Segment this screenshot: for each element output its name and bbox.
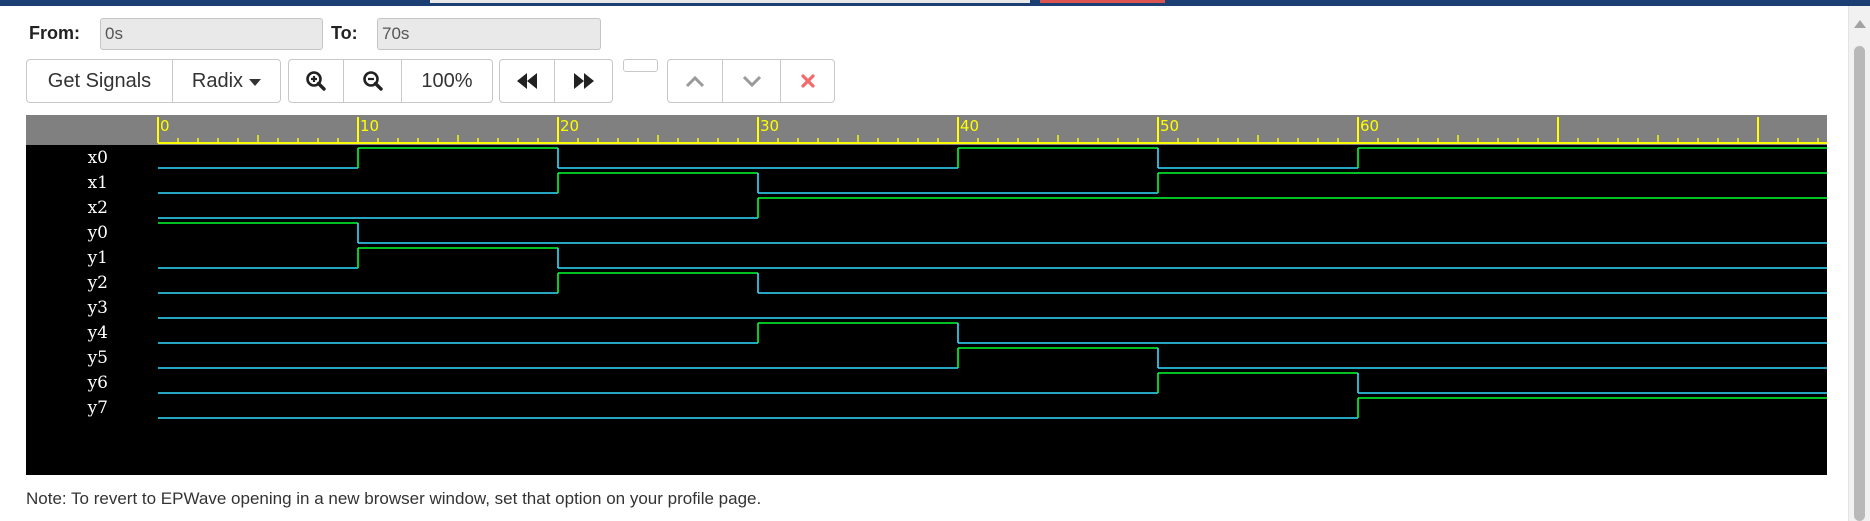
- zoom-in-icon: [306, 71, 326, 91]
- get-signals-button[interactable]: Get Signals: [26, 59, 173, 103]
- move-down-button[interactable]: [723, 59, 781, 103]
- signal-name-y0[interactable]: y0: [87, 223, 108, 243]
- chevron-down-icon: [742, 75, 761, 88]
- rewind-button[interactable]: [499, 59, 555, 103]
- time-label: 20: [560, 117, 579, 135]
- radix-dropdown[interactable]: Radix: [173, 59, 281, 103]
- profile-note: Note: To revert to EPWave opening in a n…: [26, 489, 762, 508]
- scroll-up-icon[interactable]: [1854, 20, 1866, 28]
- time-label: 10: [360, 117, 379, 135]
- blank-button[interactable]: [623, 59, 658, 72]
- zoom-in-button[interactable]: [288, 59, 344, 103]
- from-input[interactable]: 0s: [100, 18, 323, 50]
- time-label: 50: [1160, 117, 1179, 135]
- remove-signal-button[interactable]: [781, 59, 835, 103]
- zoom-out-button[interactable]: [344, 59, 402, 103]
- waveform-canvas[interactable]: 0 10 20 30 40 50 60 x0 x1 x2 y0 y1 y2 y3 y4 y5 y6 y7: [26, 115, 1827, 475]
- chevron-up-icon: [685, 75, 705, 88]
- top-tab-indicator: [430, 0, 1030, 3]
- signal-name-x2[interactable]: x2: [88, 198, 108, 218]
- signal-name-y1[interactable]: y1: [87, 248, 108, 268]
- fast-backward-icon: [517, 73, 537, 89]
- signal-name-y6[interactable]: y6: [87, 373, 108, 393]
- fast-forward-icon: [573, 73, 594, 89]
- signal-name-y4[interactable]: y4: [87, 323, 108, 343]
- zoom-out-icon: [362, 71, 383, 91]
- close-icon: [800, 74, 815, 88]
- signal-name-y5[interactable]: y5: [87, 348, 108, 368]
- to-input[interactable]: 70s: [377, 18, 601, 50]
- signal-name-y3[interactable]: y3: [87, 298, 108, 318]
- waveform-viewer[interactable]: 0 10 20 30 40 50 60 x0 x1 x2 y0 y1 y2 y3 y4 y5 y6 y7: [26, 115, 1827, 475]
- from-label: From:: [29, 23, 80, 43]
- signal-names: x0 x1 x2 y0 y1 y2 y3 y4 y5 y6 y7: [87, 148, 108, 418]
- zoom-level-button[interactable]: 100%: [402, 59, 493, 103]
- to-label: To:: [331, 23, 358, 43]
- time-label: 30: [760, 117, 779, 135]
- time-label: 40: [960, 117, 979, 135]
- radix-label: Radix: [191, 69, 244, 92]
- scroll-thumb[interactable]: [1854, 46, 1865, 521]
- signal-name-y7[interactable]: y7: [87, 398, 108, 418]
- signal-traces: [158, 147, 1827, 419]
- time-label: 60: [1360, 117, 1379, 135]
- signal-name-x1[interactable]: x1: [88, 173, 108, 193]
- caret-down-icon: [249, 78, 262, 86]
- move-up-button[interactable]: [667, 59, 723, 103]
- top-close-indicator: [1040, 0, 1165, 3]
- signal-name-y2[interactable]: y2: [87, 273, 108, 293]
- time-ruler[interactable]: [26, 115, 1827, 145]
- time-label: 0: [160, 117, 170, 135]
- vertical-scrollbar[interactable]: [1848, 6, 1870, 521]
- forward-button[interactable]: [555, 59, 613, 103]
- signal-name-x0[interactable]: x0: [88, 148, 108, 168]
